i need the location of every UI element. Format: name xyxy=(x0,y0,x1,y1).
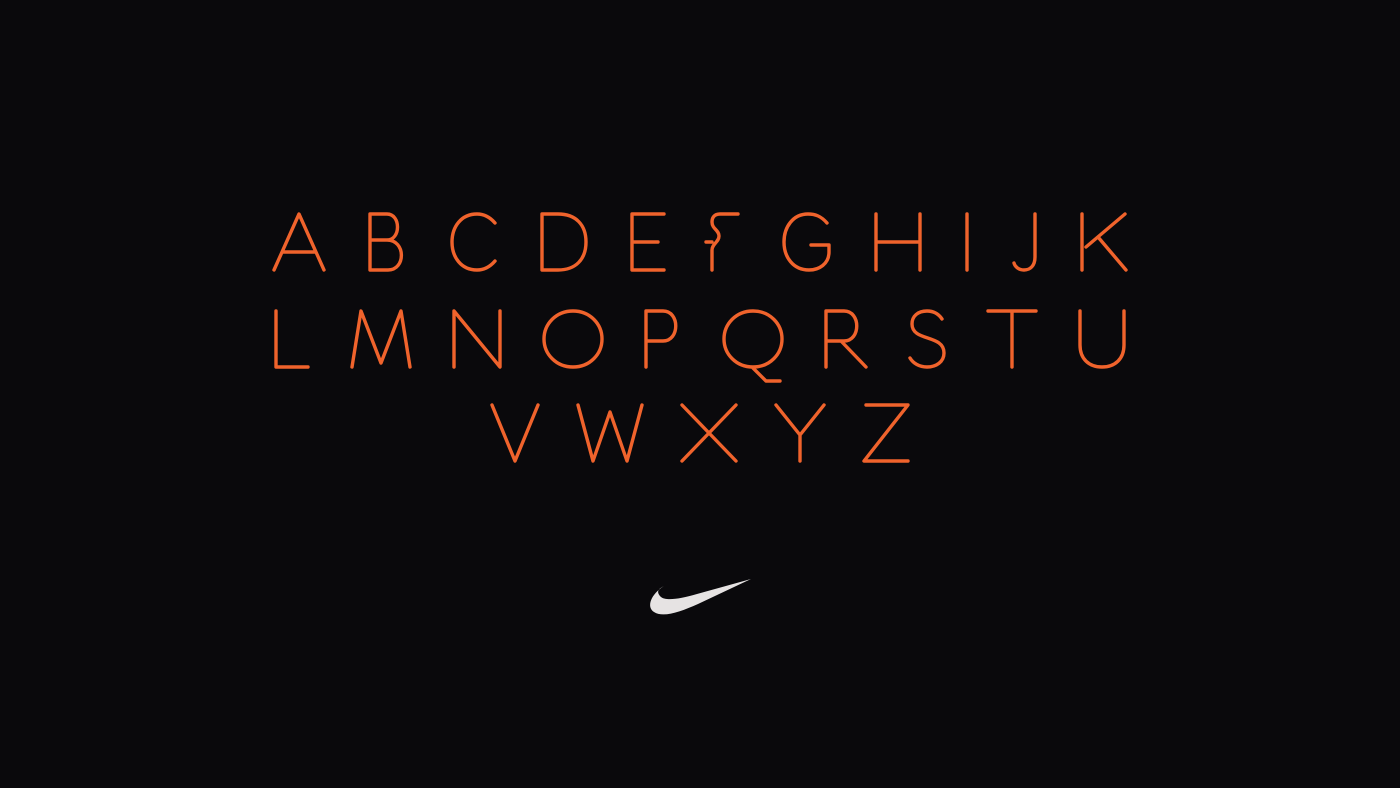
typeface-specimen xyxy=(0,0,1400,788)
swoosh-logo-icon xyxy=(650,579,751,615)
